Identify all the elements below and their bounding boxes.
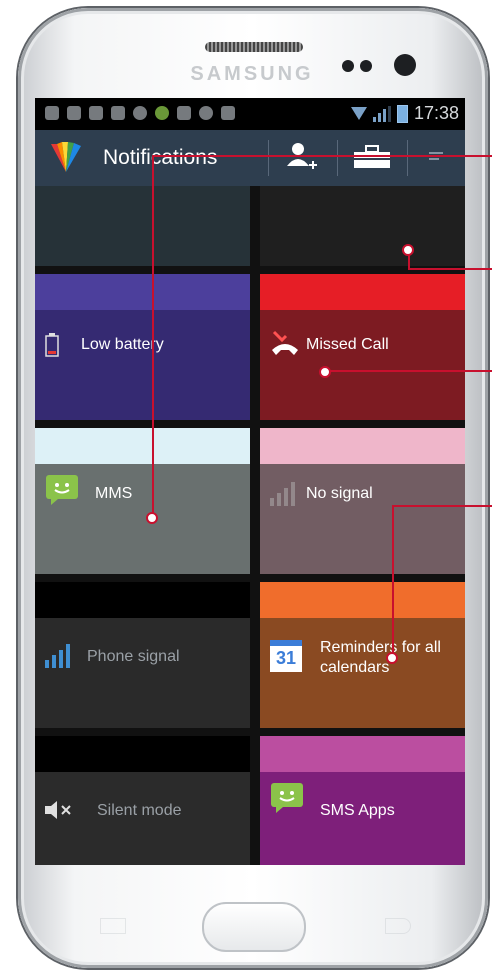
menu-button[interactable]: [419, 130, 459, 186]
callout-line: [408, 268, 492, 270]
message-icon: [46, 475, 78, 505]
home-button[interactable]: [202, 902, 306, 952]
wifi-icon: [350, 107, 367, 120]
calendar-icon: 31: [270, 640, 302, 672]
message-icon: [271, 783, 303, 813]
action-separator: [268, 140, 269, 176]
gallery-icon: [89, 106, 103, 120]
status-notification-icons: [45, 106, 235, 122]
tile-label: MMS: [95, 485, 133, 502]
proximity-sensor-2: [360, 60, 372, 72]
callout-line: [152, 155, 492, 157]
lock-icon: [177, 106, 191, 120]
notification-icon: [67, 106, 81, 120]
tile-label: No signal: [306, 485, 373, 502]
tile-header: [35, 582, 250, 618]
battery-low-icon: [45, 333, 59, 357]
tile-label: Silent mode: [97, 802, 182, 819]
tile-no-signal[interactable]: No signal: [260, 428, 465, 574]
app-logo-icon[interactable]: [49, 140, 83, 174]
callout-marker: [146, 512, 158, 524]
tile-partial-right[interactable]: [260, 186, 465, 266]
tile-header: [260, 736, 465, 772]
toolbox-icon: [354, 145, 390, 168]
status-right: 17:38: [350, 103, 459, 124]
adblock-icon: [199, 106, 213, 120]
action-bar: Notifications: [35, 130, 465, 186]
add-user-button[interactable]: [281, 130, 323, 186]
tile-body: [35, 618, 250, 728]
callout-line: [392, 505, 492, 507]
screen: 17:38 Notifications Low battery Missed C…: [35, 98, 465, 865]
tile-header: [35, 736, 250, 772]
tile-silent-mode[interactable]: Silent mode: [35, 736, 250, 865]
callout-line: [392, 505, 394, 657]
brand-logo: SAMSUNG: [190, 63, 314, 85]
tile-header: [35, 274, 250, 310]
tile-reminders[interactable]: 31 Reminders for all calendars: [260, 582, 465, 728]
tile-missed-call[interactable]: Missed Call: [260, 274, 465, 420]
battery-icon: [396, 104, 408, 123]
tile-phone-signal[interactable]: Phone signal: [35, 582, 250, 728]
mute-icon: [45, 801, 71, 819]
tile-label: Phone signal: [87, 648, 180, 665]
status-time: 17:38: [413, 103, 459, 123]
tile-header: [260, 274, 465, 310]
missed-call-icon: [272, 330, 298, 355]
upload-icon: [221, 106, 235, 120]
back-softkey[interactable]: [385, 918, 411, 934]
no-signal-icon: [270, 482, 295, 506]
tile-header: [260, 428, 465, 464]
tile-mms[interactable]: MMS: [35, 428, 250, 574]
callout-marker: [319, 366, 331, 378]
page-title: Notifications: [103, 146, 218, 169]
android-icon: [155, 106, 169, 120]
action-separator: [407, 140, 408, 176]
tile-sms-apps[interactable]: SMS Apps: [260, 736, 465, 865]
notification-icon: [45, 106, 59, 120]
phone-signal-icon: [45, 644, 70, 668]
sync-icon: [133, 106, 147, 120]
front-camera: [394, 54, 416, 76]
proximity-sensor: [342, 60, 354, 72]
callout-line: [325, 370, 492, 372]
toolbox-button[interactable]: [347, 130, 397, 186]
tile-body: [260, 464, 465, 574]
action-separator: [337, 140, 338, 176]
tile-partial-left[interactable]: [35, 186, 250, 266]
tile-label: Missed Call: [306, 336, 389, 353]
callout-line: [152, 155, 154, 517]
status-bar: 17:38: [35, 98, 465, 130]
earpiece-speaker: [205, 42, 303, 52]
tile-header: [260, 582, 465, 618]
add-user-icon: [287, 143, 317, 169]
tile-label: SMS Apps: [320, 802, 395, 819]
tile-body: [35, 310, 250, 420]
callout-marker: [402, 244, 414, 256]
menu-softkey[interactable]: [100, 918, 126, 934]
signal-icon: [372, 105, 391, 122]
tile-low-battery[interactable]: Low battery: [35, 274, 250, 420]
tile-body: [260, 310, 465, 420]
callout-marker: [386, 652, 398, 664]
calendar-day: 31: [275, 648, 297, 668]
notification-icon: [111, 106, 125, 120]
tile-header: [35, 428, 250, 464]
